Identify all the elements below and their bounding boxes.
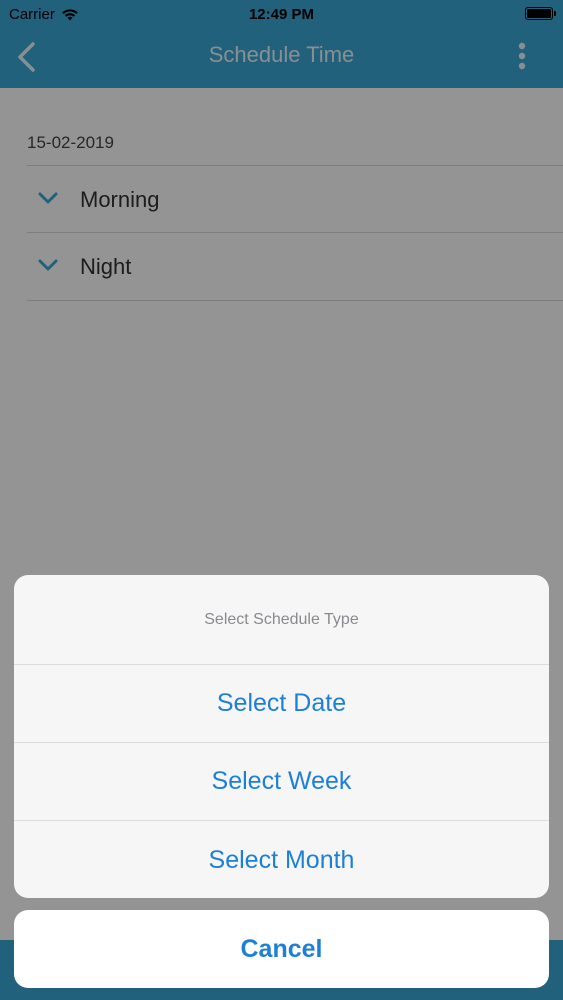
- select-week-button[interactable]: Select Week: [14, 743, 549, 821]
- action-sheet-title: Select Schedule Type: [14, 575, 549, 665]
- action-sheet: Select Schedule Type Select Date Select …: [14, 575, 549, 898]
- cancel-button[interactable]: Cancel: [14, 910, 549, 988]
- select-month-button[interactable]: Select Month: [14, 821, 549, 898]
- select-date-button[interactable]: Select Date: [14, 665, 549, 743]
